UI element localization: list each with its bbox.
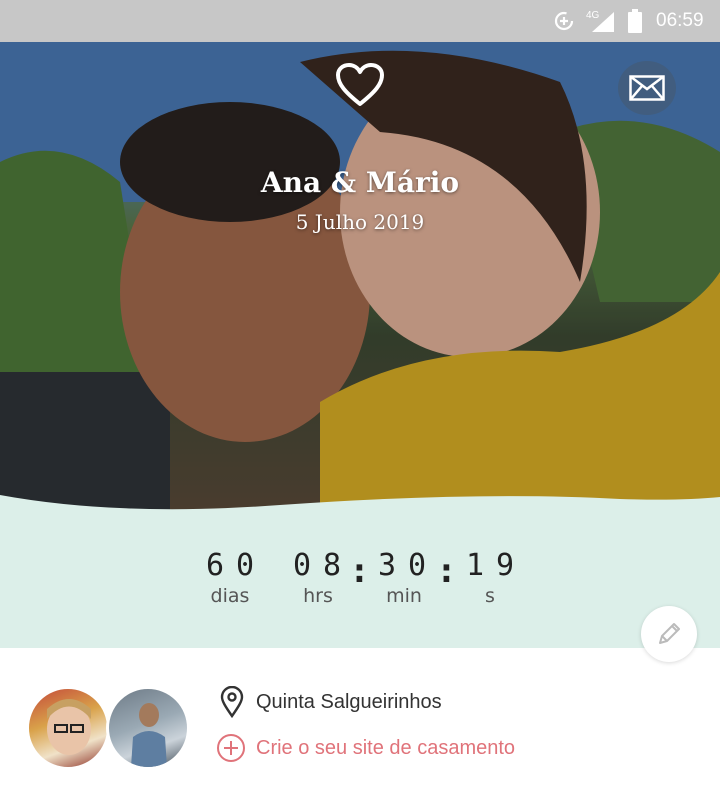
countdown-seconds-label: s	[485, 585, 495, 607]
location-pin-icon	[220, 686, 244, 718]
network-type: 4G	[586, 10, 600, 21]
avatar-ana[interactable]	[26, 686, 110, 770]
mail-icon	[629, 75, 665, 101]
countdown-days: 60	[206, 548, 267, 583]
countdown-hours-label: hrs	[303, 585, 333, 607]
edit-button[interactable]	[641, 606, 697, 662]
countdown-minutes: 30	[378, 548, 439, 583]
countdown-minutes-label: min	[386, 585, 422, 607]
countdown-separator: :	[353, 552, 366, 590]
countdown-hours: 08	[293, 548, 354, 583]
venue-name: Quinta Salgueirinhos	[256, 690, 442, 713]
couple-photo	[0, 42, 720, 532]
couple-names: Ana & Mário	[260, 166, 460, 199]
status-bar: 4G 06:59	[0, 0, 720, 42]
heart-icon	[336, 63, 384, 106]
pencil-icon	[659, 623, 680, 644]
data-saver-icon	[552, 0, 576, 42]
wedding-date: 5 Julho 2019	[295, 210, 425, 234]
avatar-mario[interactable]	[106, 686, 190, 770]
countdown-days-label: dias	[210, 585, 250, 607]
clock: 06:59	[656, 10, 704, 31]
mail-button[interactable]	[618, 61, 676, 115]
countdown-separator: :	[440, 552, 453, 590]
signal-icon: 4G	[586, 0, 618, 42]
battery-icon	[628, 0, 644, 42]
create-site-link[interactable]: Crie o seu site de casamento	[216, 731, 515, 765]
photo-overlay	[0, 42, 720, 532]
plus-circle-icon	[217, 734, 245, 762]
create-site-label: Crie o seu site de casamento	[256, 736, 516, 759]
countdown-seconds: 19	[466, 548, 527, 583]
venue-row[interactable]: Quinta Salgueirinhos	[220, 686, 442, 718]
